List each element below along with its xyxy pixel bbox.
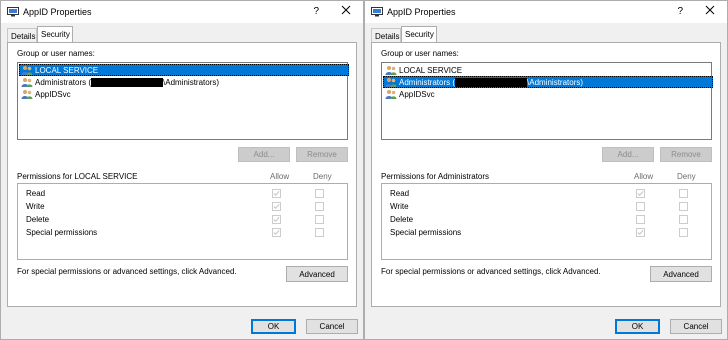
allow-column-header: Allow xyxy=(634,172,654,181)
permission-write-label: Write xyxy=(26,202,45,211)
app-icon xyxy=(371,7,383,19)
close-icon[interactable] xyxy=(705,5,715,17)
add-button[interactable]: Add... xyxy=(238,147,290,162)
deny-special-checkbox[interactable] xyxy=(679,228,688,237)
list-item-label-suffix: \Administrators) xyxy=(163,77,220,87)
tab-security[interactable]: Security xyxy=(37,26,73,43)
permission-read-label: Read xyxy=(390,189,410,198)
user-group-icon xyxy=(385,65,397,75)
cancel-button[interactable]: Cancel xyxy=(670,319,722,334)
advanced-hint: For special permissions or advanced sett… xyxy=(381,267,601,276)
allow-read-checkbox[interactable] xyxy=(272,189,281,198)
permission-read-label: Read xyxy=(26,189,46,198)
advanced-hint: For special permissions or advanced sett… xyxy=(17,267,237,276)
list-item-administrators[interactable]: Administrators ( \Administrators) xyxy=(383,76,713,88)
list-item-label: LOCAL SERVICE xyxy=(399,65,463,75)
allow-column-header: Allow xyxy=(270,172,290,181)
remove-button[interactable]: Remove xyxy=(296,147,348,162)
list-item-local-service[interactable]: LOCAL SERVICE xyxy=(19,64,349,76)
tab-details[interactable]: Details xyxy=(7,28,37,43)
cancel-button[interactable]: Cancel xyxy=(306,319,358,334)
redacted-domain xyxy=(455,77,528,87)
list-item-label: AppIDSvc xyxy=(35,89,71,99)
list-item-appidsvc[interactable]: AppIDSvc xyxy=(19,88,71,100)
permission-delete-label: Delete xyxy=(26,215,50,224)
deny-special-checkbox[interactable] xyxy=(315,228,324,237)
advanced-button[interactable]: Advanced xyxy=(650,266,712,282)
group-label: Group or user names: xyxy=(17,49,95,58)
permission-special-label: Special permissions xyxy=(26,228,98,237)
properties-dialog-local-service: AppID Properties ? Details Security Grou… xyxy=(0,0,364,340)
user-list[interactable]: LOCAL SERVICE Administrators ( \Administr… xyxy=(17,62,349,140)
redacted-domain xyxy=(91,77,164,87)
deny-delete-checkbox[interactable] xyxy=(315,215,324,224)
help-button[interactable]: ? xyxy=(313,6,319,17)
user-group-icon xyxy=(385,77,397,87)
group-label: Group or user names: xyxy=(381,49,459,58)
title-bar: AppID Properties ? xyxy=(1,1,363,23)
properties-dialog-administrators: AppID Properties ? Details Security Grou… xyxy=(364,0,728,340)
list-item-appidsvc[interactable]: AppIDSvc xyxy=(383,88,435,100)
allow-special-checkbox[interactable] xyxy=(636,228,645,237)
list-item-label: Administrators ( xyxy=(399,77,456,87)
app-icon xyxy=(7,7,19,19)
allow-write-checkbox[interactable] xyxy=(636,202,645,211)
list-item-label: Administrators ( xyxy=(35,77,92,87)
allow-write-checkbox[interactable] xyxy=(272,202,281,211)
list-item-label: LOCAL SERVICE xyxy=(35,65,99,75)
help-button[interactable]: ? xyxy=(677,6,683,17)
allow-read-checkbox[interactable] xyxy=(636,189,645,198)
tab-security[interactable]: Security xyxy=(401,26,437,43)
deny-column-header: Deny xyxy=(677,172,696,181)
list-item-administrators[interactable]: Administrators ( \Administrators) xyxy=(19,76,219,88)
allow-special-checkbox[interactable] xyxy=(272,228,281,237)
permission-special-label: Special permissions xyxy=(390,228,462,237)
tab-details[interactable]: Details xyxy=(371,28,401,43)
window-title: AppID Properties xyxy=(23,7,92,17)
permission-delete-label: Delete xyxy=(390,215,414,224)
list-item-label-suffix: \Administrators) xyxy=(527,77,584,87)
deny-read-checkbox[interactable] xyxy=(679,189,688,198)
security-panel: Group or user names: LOCAL SERVICE Admin… xyxy=(7,42,357,307)
ok-button[interactable]: OK xyxy=(251,319,296,334)
allow-delete-checkbox[interactable] xyxy=(636,215,645,224)
permission-write-label: Write xyxy=(390,202,409,211)
remove-button[interactable]: Remove xyxy=(660,147,712,162)
list-item-label: AppIDSvc xyxy=(399,89,435,99)
advanced-button[interactable]: Advanced xyxy=(286,266,348,282)
deny-write-checkbox[interactable] xyxy=(679,202,688,211)
user-list[interactable]: LOCAL SERVICE Administrators ( \Administr… xyxy=(381,62,713,140)
permissions-label: Permissions for LOCAL SERVICE xyxy=(17,172,138,181)
permissions-list: Read Write Delete Special permissions xyxy=(17,183,348,260)
user-group-icon xyxy=(21,89,33,99)
deny-read-checkbox[interactable] xyxy=(315,189,324,198)
add-button[interactable]: Add... xyxy=(602,147,654,162)
list-item-local-service[interactable]: LOCAL SERVICE xyxy=(383,64,462,76)
close-icon[interactable] xyxy=(341,5,351,17)
security-panel: Group or user names: LOCAL SERVICE Admin… xyxy=(371,42,721,307)
permissions-list: Read Write Delete Special permissions xyxy=(381,183,712,260)
deny-column-header: Deny xyxy=(313,172,332,181)
window-title: AppID Properties xyxy=(387,7,456,17)
title-bar: AppID Properties ? xyxy=(365,1,727,23)
ok-button[interactable]: OK xyxy=(615,319,660,334)
user-group-icon xyxy=(21,65,33,75)
user-group-icon xyxy=(21,77,33,87)
deny-delete-checkbox[interactable] xyxy=(679,215,688,224)
deny-write-checkbox[interactable] xyxy=(315,202,324,211)
allow-delete-checkbox[interactable] xyxy=(272,215,281,224)
permissions-label: Permissions for Administrators xyxy=(381,172,490,181)
user-group-icon xyxy=(385,89,397,99)
